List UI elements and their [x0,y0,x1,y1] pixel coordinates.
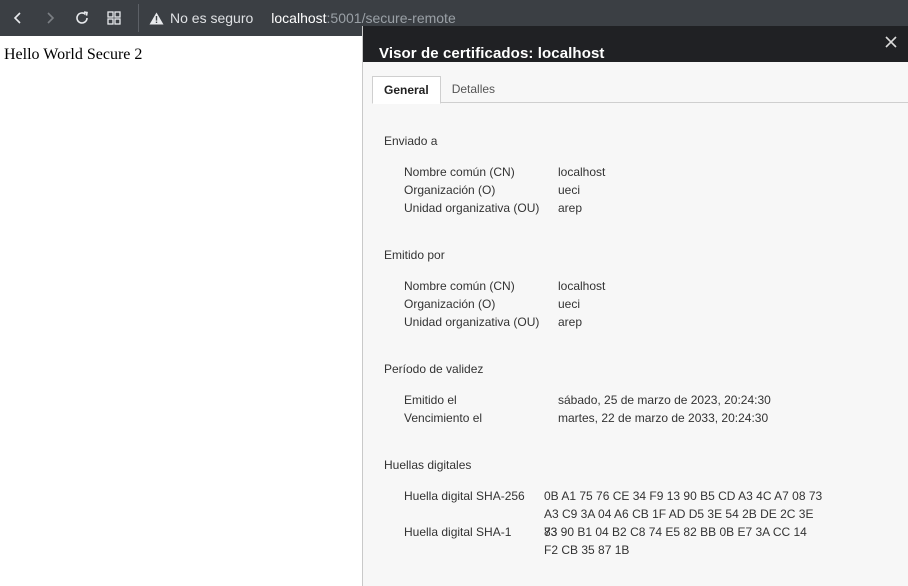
sha256-label: Huella digital SHA-256 [404,489,525,503]
field-value: localhost [558,165,606,179]
field-label: Nombre común (CN) [404,279,515,293]
field-label: Emitido el [404,393,457,407]
reload-icon [76,11,88,24]
reload-button[interactable] [68,4,96,32]
security-indicator[interactable]: No es seguro [149,10,253,26]
field-value: ueci [558,297,581,311]
field-label: Vencimiento el [404,411,483,425]
issued-by-ou-row: Unidad organizativa (OU) arep [404,313,582,331]
toolbar-divider [138,4,139,32]
security-label: No es seguro [170,10,254,26]
issued-by-o-row: Organización (O) ueci [404,295,580,313]
warning-icon [149,12,164,24]
chevron-right-icon [47,12,55,24]
field-value: sábado, 25 de marzo de 2023, 20:24:30 [558,393,771,407]
forward-button[interactable] [36,4,64,32]
field-value: martes, 22 de marzo de 2033, 20:24:30 [558,411,769,425]
field-value: arep [558,201,583,215]
field-label: Organización (O) [404,183,496,197]
grid-icon [107,11,121,25]
url-path: :5001/secure-remote [326,10,456,26]
field-label: Unidad organizativa (OU) [404,315,540,329]
certificate-viewer-header: Visor de certificados: localhost [363,26,908,62]
field-label: Unidad organizativa (OU) [404,201,540,215]
field-label: Organización (O) [404,297,496,311]
issued-to-ou-row: Unidad organizativa (OU) arep [404,199,582,217]
issued-to-cn-row: Nombre común (CN) localhost [404,163,605,181]
certificate-viewer-title: Visor de certificados: localhost [379,45,605,62]
sha1-value: 73 90 B1 04 B2 C8 74 E5 82 BB 0B E7 3A C… [544,525,807,557]
back-button[interactable] [4,4,32,32]
field-value: ueci [558,183,581,197]
sha1-label: Huella digital SHA-1 [404,525,512,539]
address-bar[interactable]: localhost:5001/secure-remote [271,10,455,26]
certificate-tabs: General Detalles [372,76,908,104]
section-issued-to-title: Enviado a [384,134,438,148]
section-fingerprints-title: Huellas digitales [384,458,472,472]
issued-by-cn-row: Nombre común (CN) localhost [404,277,605,295]
issued-to-o-row: Organización (O) ueci [404,181,580,199]
page-text: Hello World Secure 2 [4,46,143,63]
close-button[interactable] [883,34,899,50]
apps-button[interactable] [100,4,128,32]
section-validity-title: Período de validez [384,362,484,376]
field-label: Nombre común (CN) [404,165,515,179]
field-value: localhost [558,279,606,293]
tab-general[interactable]: General [372,76,441,104]
tab-details[interactable]: Detalles [441,76,506,102]
chevron-left-icon [13,12,21,24]
url-host: localhost [271,10,327,26]
certificate-viewer: Visor de certificados: localhost General… [362,26,908,586]
field-value: arep [558,315,583,329]
validity-issued-row: Emitido el sábado, 25 de marzo de 2023, 2… [404,391,771,409]
section-issued-by-title: Emitido por [384,248,445,262]
close-icon [885,36,897,48]
validity-expires-row: Vencimiento el martes, 22 de marzo de 203… [404,409,768,427]
